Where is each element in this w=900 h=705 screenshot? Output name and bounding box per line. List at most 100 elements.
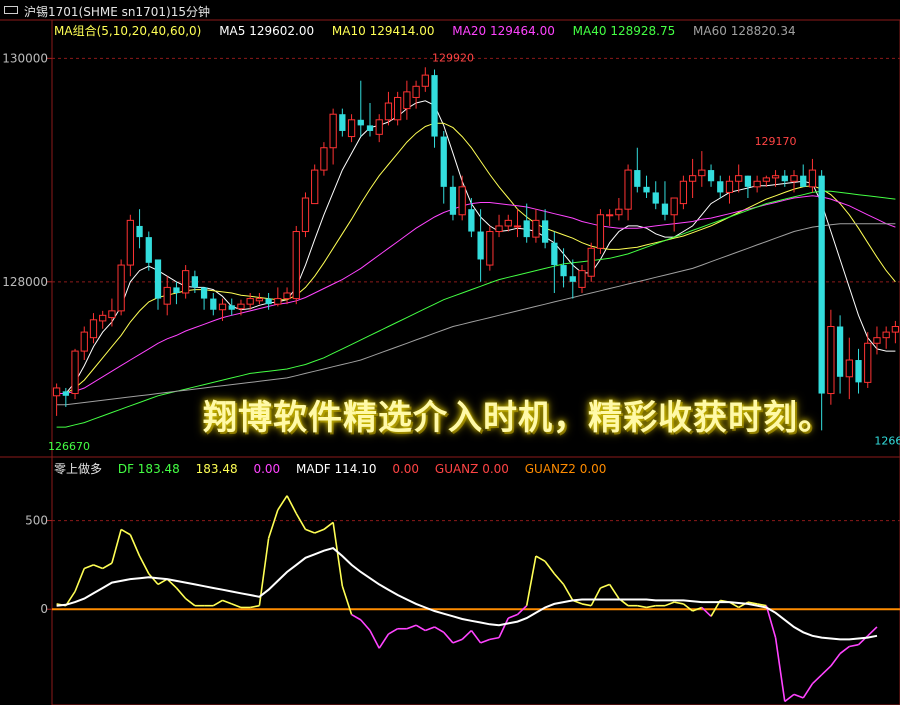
df-line-segment [562, 584, 574, 601]
candle-body [725, 180, 734, 193]
candle-body [283, 292, 291, 300]
candle-body [643, 186, 650, 193]
df-line-segment [608, 583, 620, 600]
df-line-segment [774, 637, 786, 702]
df-line-segment [120, 528, 131, 536]
candle-body [513, 225, 522, 228]
df-line-segment [369, 630, 380, 649]
candle-body [191, 276, 199, 288]
df-line-segment [867, 626, 878, 637]
df-line-segment [637, 604, 647, 609]
df-line-segment [498, 617, 509, 638]
df-line-segment [378, 633, 390, 649]
indicator-legend-neg: 0.00 [253, 462, 281, 476]
df-line-segment [646, 604, 656, 609]
candle-body [89, 319, 98, 339]
df-line-segment [388, 628, 399, 635]
candle-body [717, 181, 724, 193]
df-line-segment [674, 601, 684, 605]
indicator-y-tick-label: 500 [25, 514, 48, 528]
candle-body [71, 350, 79, 395]
candle-body [486, 231, 494, 266]
df-line-segment [839, 645, 850, 655]
candle-body [403, 91, 411, 110]
ma-legend-ma10: MA10 129414.00 [331, 24, 435, 38]
ma-legend-ma20: MA20 129464.00 [452, 24, 555, 38]
candle-body [688, 175, 697, 182]
candle-body [265, 298, 272, 305]
df-line-segment [360, 619, 371, 632]
candle-body [753, 180, 761, 188]
candle-body [449, 186, 457, 215]
candle-body [255, 298, 264, 302]
candle-body [126, 219, 134, 266]
df-line-segment [341, 585, 353, 615]
candle-body [117, 264, 125, 312]
df-line-segment [821, 665, 832, 676]
candle-body [163, 286, 171, 305]
candle-body [551, 242, 558, 266]
ma-line-ma60 [56, 223, 896, 406]
window-title-bar: 沪锡1701(SHME sn1701)15分钟 [0, 0, 900, 20]
df-line-segment [793, 693, 804, 699]
ma-legend-combo: MA组合(5,10,20,40,60,0) [54, 24, 202, 38]
indicator-name: 零上做多 [54, 462, 103, 476]
candle-body [873, 337, 881, 344]
candle-body [421, 74, 429, 87]
df-line-segment [277, 495, 288, 511]
candle-body [108, 310, 116, 319]
candle-body [412, 85, 420, 98]
df-line-segment [185, 597, 196, 607]
candle-body [431, 75, 438, 137]
df-line-segment [664, 601, 675, 607]
candle-body [80, 331, 88, 352]
candle-body [468, 209, 475, 232]
candle-body [827, 326, 835, 395]
df-line-segment [452, 638, 463, 644]
df-line-segment [93, 564, 103, 570]
df-line-segment [525, 555, 537, 606]
indicator-legend-madf: MADF 114.10 [296, 462, 377, 476]
candle-body [320, 147, 328, 171]
candle-body [744, 175, 752, 187]
candle-body [52, 387, 61, 397]
candle-body [384, 102, 393, 121]
df-line-segment [443, 631, 454, 644]
candle-body [339, 114, 346, 131]
df-line-segment [544, 560, 555, 575]
df-line-segment [553, 573, 565, 585]
indicator-y-tick-label: 0 [40, 602, 48, 616]
indicator-legend-red: 0.00 [392, 462, 420, 476]
df-line-segment [74, 568, 86, 592]
candle-body [495, 225, 503, 233]
candle-body [587, 247, 595, 277]
price-annotation: 129170 [755, 135, 797, 148]
df-line-segment [406, 624, 417, 630]
window-title: 沪锡1701(SHME sn1701)15分钟 [24, 5, 210, 19]
df-line-segment [286, 495, 297, 514]
df-line-segment [581, 603, 592, 607]
window-minimize-icon[interactable] [4, 6, 18, 14]
candle-body [541, 220, 549, 243]
candle-body [62, 391, 69, 396]
df-line-segment [590, 587, 602, 607]
candle-body [218, 303, 227, 311]
df-line-segment [415, 624, 426, 632]
ma-legend-ma5: MA5 129602.00 [219, 24, 315, 38]
promo-overlay-text: 翔博软件精选介入时机，精彩收获时刻。 [203, 398, 833, 438]
indicator-legend: 零上做多 DF 183.48 183.48 0.00 MADF 114.10 0… [54, 460, 618, 477]
df-line-segment [470, 630, 482, 644]
candle-body [652, 192, 659, 204]
ma-legend-ma40: MA40 128928.75 [572, 24, 676, 38]
candle-body [771, 175, 780, 179]
candle-body [532, 219, 540, 238]
candle-body [808, 169, 817, 188]
kline-chart[interactable]: 130000 128000 500 0 129920 129170 126670 126670 [0, 0, 900, 705]
df-line-segment [323, 521, 334, 531]
candle-body [136, 225, 143, 238]
candle-body [246, 298, 254, 305]
ma-legend-ma60: MA60 128820.34 [693, 24, 796, 38]
candle-body [375, 119, 383, 135]
candle-body [845, 359, 853, 378]
indicator-legend-guanz2: GUANZ2 0.00 [524, 462, 607, 476]
